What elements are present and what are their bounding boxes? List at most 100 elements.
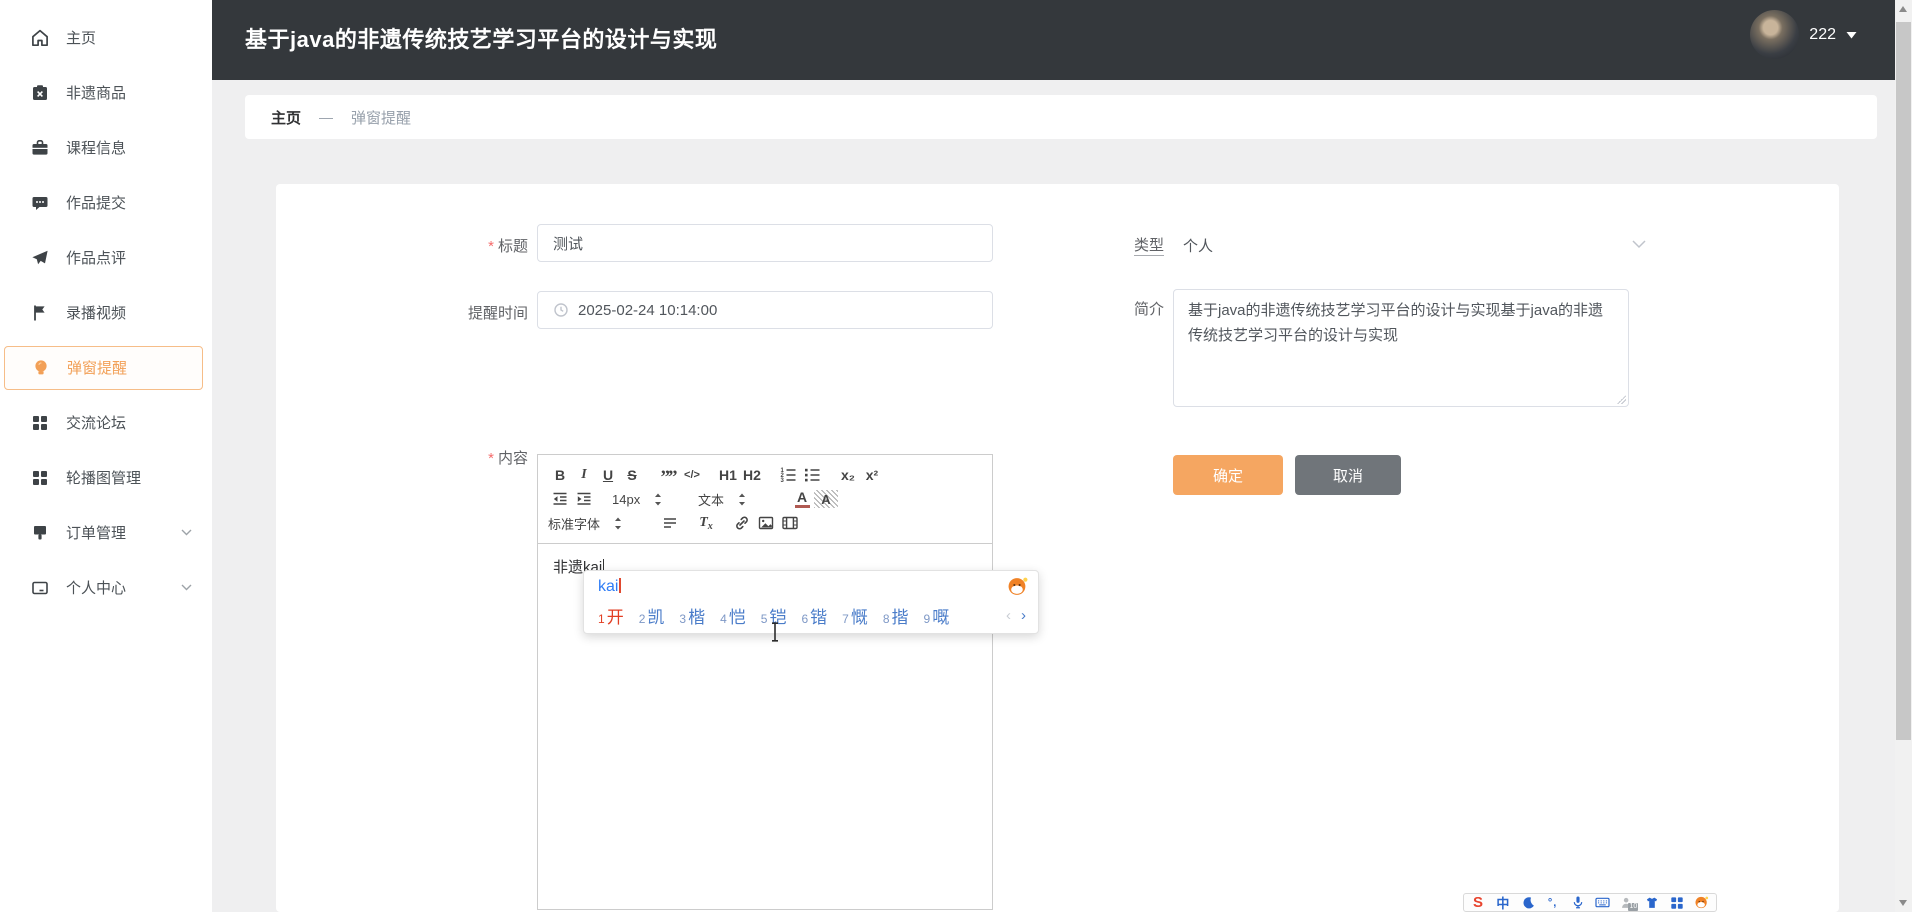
font-family-select[interactable]: 标准字体 <box>548 511 648 535</box>
align-icon <box>661 514 679 532</box>
fox-assistant-icon[interactable] <box>1693 895 1711 911</box>
ime-candidate-3[interactable]: 3楷 <box>679 603 705 628</box>
font-size-select[interactable]: 14px <box>608 487 694 511</box>
insert-video-button[interactable] <box>778 511 802 535</box>
breadcrumb-separator: — <box>319 109 333 125</box>
ime-candidate-4[interactable]: 4恺 <box>720 603 746 628</box>
sidebar-item-heritage-goods[interactable]: 非遗商品 <box>0 65 212 120</box>
sidebar-item-course-info[interactable]: 课程信息 <box>0 120 212 175</box>
select-chevron-icon[interactable] <box>1632 240 1646 249</box>
punctuation-mode-icon[interactable]: °, <box>1544 895 1562 911</box>
toolbox-grid-icon[interactable] <box>1668 895 1686 911</box>
ime-next-page[interactable]: › <box>1021 607 1026 624</box>
sogou-s-logo-icon[interactable]: S <box>1469 895 1487 911</box>
user-menu[interactable]: 222 <box>1750 10 1857 59</box>
ime-candidate-7[interactable]: 7慨 <box>842 603 868 628</box>
background-color-button[interactable]: A <box>814 487 838 511</box>
ordered-list-button[interactable]: 123 <box>776 463 800 487</box>
breadcrumb-home[interactable]: 主页 <box>271 107 301 128</box>
insert-link-button[interactable] <box>730 511 754 535</box>
mouse-cursor <box>769 622 781 642</box>
clock-icon <box>553 302 569 318</box>
sidebar-item-recorded-video[interactable]: 录播视频 <box>0 285 212 340</box>
indent-button[interactable] <box>572 487 596 511</box>
flag-icon <box>30 303 50 323</box>
screen: 主页 非遗商品 课程信息 作品提交 作品点评 录播视频 弹窗提醒 <box>0 0 1912 912</box>
cancel-button[interactable]: 取消 <box>1295 455 1401 495</box>
microphone-icon[interactable] <box>1569 895 1587 911</box>
header-1-button[interactable]: H1 <box>716 463 740 487</box>
ime-status-bar: S 中 °, 10 <box>1463 893 1717 912</box>
grid-icon <box>30 413 50 433</box>
type-select[interactable]: 个人 <box>1183 235 1213 256</box>
ime-caret <box>619 578 621 593</box>
paper-plane-icon <box>30 248 50 268</box>
caret-down-icon <box>1846 31 1857 39</box>
sidebar-item-order-manage[interactable]: 订单管理 <box>0 505 212 560</box>
sidebar-item-home[interactable]: 主页 <box>0 10 212 65</box>
pushpin-icon <box>30 523 50 543</box>
code-block-button[interactable]: </> <box>680 463 704 487</box>
chevron-down-icon <box>181 529 192 536</box>
updown-arrows-icon <box>654 493 662 506</box>
sidebar-item-profile-center[interactable]: 个人中心 <box>0 560 212 615</box>
bullet-list-button[interactable] <box>800 463 824 487</box>
align-button[interactable] <box>658 511 682 535</box>
sogou-logo-icon[interactable] <box>1007 576 1028 597</box>
text-color-button[interactable]: A <box>790 487 814 511</box>
bold-button[interactable]: B <box>548 463 572 487</box>
ime-prev-page[interactable]: ‹ <box>1006 607 1011 624</box>
avatar[interactable] <box>1750 10 1799 59</box>
grid-icon <box>30 468 50 488</box>
user-profile-icon[interactable]: 10 <box>1618 895 1636 911</box>
indent-icon <box>575 490 593 508</box>
updown-arrows-icon <box>738 493 746 506</box>
form-card: *标题 类型 个人 提醒时间 2025-02-24 10:14:00 简介 基于… <box>276 184 1839 912</box>
title-label: *标题 <box>436 235 528 256</box>
scroll-up-arrow[interactable] <box>1899 6 1907 12</box>
svg-text:3: 3 <box>781 478 785 484</box>
superscript-button[interactable]: x² <box>860 463 884 487</box>
sidebar-item-popup-remind[interactable]: 弹窗提醒 <box>0 340 212 395</box>
intro-textarea[interactable]: 基于java的非遗传统技艺学习平台的设计与实现基于java的非遗传统技艺学习平台… <box>1174 290 1628 406</box>
underline-button[interactable]: U <box>596 463 620 487</box>
sidebar-item-forum[interactable]: 交流论坛 <box>0 395 212 450</box>
vertical-scrollbar[interactable] <box>1895 0 1912 912</box>
insert-image-button[interactable] <box>754 511 778 535</box>
sidebar-item-work-submit[interactable]: 作品提交 <box>0 175 212 230</box>
scrollbar-thumb[interactable] <box>1896 22 1911 740</box>
ime-candidate-2[interactable]: 2凯 <box>639 603 665 628</box>
ime-candidate-6[interactable]: 6锴 <box>801 603 827 628</box>
remind-time-label: 提醒时间 <box>465 302 528 323</box>
blockquote-button[interactable]: ”” <box>656 460 680 490</box>
breadcrumb-current: 弹窗提醒 <box>351 107 411 128</box>
remind-time-input[interactable]: 2025-02-24 10:14:00 <box>537 291 993 329</box>
header-style-select[interactable]: 文本 <box>694 487 790 511</box>
ime-candidate-1[interactable]: 1开 <box>598 603 624 628</box>
scroll-down-arrow[interactable] <box>1899 900 1907 906</box>
italic-button[interactable]: I <box>572 463 596 487</box>
ime-candidate-9[interactable]: 9嘅 <box>924 603 950 628</box>
sidebar-item-banner-manage[interactable]: 轮播图管理 <box>0 450 212 505</box>
title-input[interactable] <box>553 235 977 252</box>
ime-candidate-8[interactable]: 8揩 <box>883 603 909 628</box>
confirm-button[interactable]: 确定 <box>1173 455 1283 495</box>
outdent-button[interactable] <box>548 487 572 511</box>
top-header: 基于java的非遗传统技艺学习平台的设计与实现 222 <box>212 0 1895 80</box>
moon-mode-icon[interactable] <box>1519 895 1537 911</box>
keyboard-icon[interactable] <box>1593 895 1611 911</box>
skin-shirt-icon[interactable] <box>1643 895 1661 911</box>
clean-format-button[interactable]: Tx <box>694 511 718 535</box>
subscript-button[interactable]: x₂ <box>836 463 860 487</box>
rich-text-editor: B I U S ”” </> H1 H2 123 x₂ x² <box>537 454 993 910</box>
intro-label: 简介 <box>1134 298 1164 319</box>
breadcrumb: 主页 — 弹窗提醒 <box>245 95 1877 139</box>
required-asterisk: * <box>488 450 494 467</box>
ordered-list-icon: 123 <box>779 466 797 484</box>
outdent-icon <box>551 490 569 508</box>
chinese-mode-icon[interactable]: 中 <box>1494 895 1512 911</box>
strikethrough-button[interactable]: S <box>620 463 644 487</box>
briefcase-icon <box>30 138 50 158</box>
header-2-button[interactable]: H2 <box>740 463 764 487</box>
sidebar-item-work-review[interactable]: 作品点评 <box>0 230 212 285</box>
